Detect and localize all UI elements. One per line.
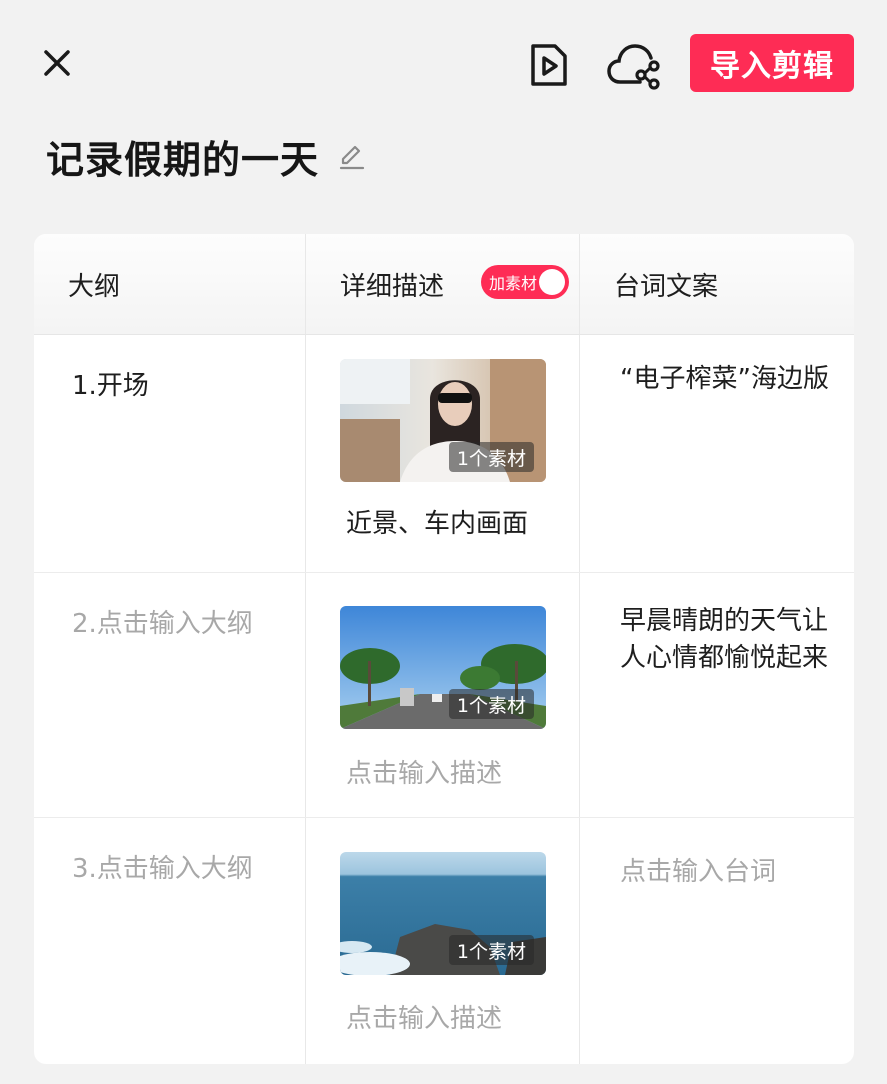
play-preview-icon bbox=[531, 44, 567, 86]
toggle-knob bbox=[539, 269, 565, 295]
table-row: 3.点击输入大纲 1个素材 点击输入描述 点击输入台词 bbox=[34, 818, 854, 1064]
outline-cell[interactable]: 3.点击输入大纲 bbox=[34, 818, 306, 1064]
preview-button[interactable] bbox=[525, 40, 573, 90]
header-description-label: 详细描述 bbox=[340, 271, 445, 302]
import-to-editor-button[interactable]: 导入剪辑 bbox=[690, 34, 854, 92]
table-row: 2.点击输入大纲 1个素材 点击输入描述 早晨晴朗的天气让人心情都愉悦起来 bbox=[34, 573, 854, 818]
script-text[interactable]: “电子榨菜”海边版 bbox=[620, 361, 830, 398]
description-cell: 1个素材 近景、车内画面 bbox=[306, 335, 580, 572]
title-row: 记录假期的一天 bbox=[46, 128, 367, 184]
description-cell: 1个素材 点击输入描述 bbox=[306, 818, 580, 1064]
add-material-toggle[interactable]: 加素材 bbox=[481, 265, 569, 299]
material-thumbnail[interactable]: 1个素材 bbox=[340, 852, 546, 975]
header-script: 台词文案 bbox=[614, 271, 719, 302]
close-icon bbox=[44, 50, 70, 76]
description-text[interactable]: 近景、车内画面 bbox=[346, 503, 528, 540]
material-count-badge: 1个素材 bbox=[448, 689, 534, 719]
script-input-placeholder[interactable]: 点击输入台词 bbox=[620, 854, 830, 891]
material-count-badge: 1个素材 bbox=[448, 935, 534, 965]
header-outline: 大纲 bbox=[34, 234, 306, 334]
close-button[interactable] bbox=[34, 40, 80, 86]
material-thumbnail[interactable]: 1个素材 bbox=[340, 359, 546, 482]
project-title[interactable]: 记录假期的一天 bbox=[46, 129, 319, 184]
cloud-share-button[interactable] bbox=[604, 38, 664, 92]
outline-input-placeholder[interactable]: 2.点击输入大纲 bbox=[72, 603, 253, 640]
script-cell[interactable]: 早晨晴朗的天气让人心情都愉悦起来 bbox=[580, 573, 854, 817]
cloud-share-icon bbox=[607, 44, 660, 90]
description-cell: 1个素材 点击输入描述 bbox=[306, 573, 580, 817]
table-row: 1.开场 1个素材 近景、车内画面 “电子榨菜”海边版 bbox=[34, 335, 854, 573]
header-description: 详细描述 加素材 bbox=[306, 234, 580, 334]
material-thumbnail[interactable]: 1个素材 bbox=[340, 606, 546, 729]
outline-cell[interactable]: 2.点击输入大纲 bbox=[34, 573, 306, 817]
script-table: 大纲 详细描述 加素材 台词文案 1.开场 1个素材 近景、车内画面 “电子榨菜… bbox=[34, 234, 854, 1064]
outline-input-placeholder[interactable]: 3.点击输入大纲 bbox=[72, 848, 253, 885]
pencil-edit-icon[interactable] bbox=[337, 141, 367, 171]
script-text[interactable]: 早晨晴朗的天气让人心情都愉悦起来 bbox=[620, 603, 830, 677]
add-material-toggle-label: 加素材 bbox=[489, 274, 538, 293]
table-header: 大纲 详细描述 加素材 台词文案 bbox=[34, 234, 854, 335]
script-editor-page: 导入剪辑 记录假期的一天 大纲 详细描述 加素材 台词文案 1.开场 1个素材 … bbox=[0, 0, 887, 1084]
top-bar: 导入剪辑 bbox=[0, 0, 887, 130]
material-count-badge: 1个素材 bbox=[448, 442, 534, 472]
description-input-placeholder[interactable]: 点击输入描述 bbox=[346, 998, 502, 1035]
script-cell[interactable]: 点击输入台词 bbox=[580, 818, 854, 1064]
script-cell[interactable]: “电子榨菜”海边版 bbox=[580, 335, 854, 572]
description-input-placeholder[interactable]: 点击输入描述 bbox=[346, 753, 502, 790]
outline-cell[interactable]: 1.开场 bbox=[34, 335, 306, 572]
outline-text[interactable]: 1.开场 bbox=[72, 365, 149, 402]
